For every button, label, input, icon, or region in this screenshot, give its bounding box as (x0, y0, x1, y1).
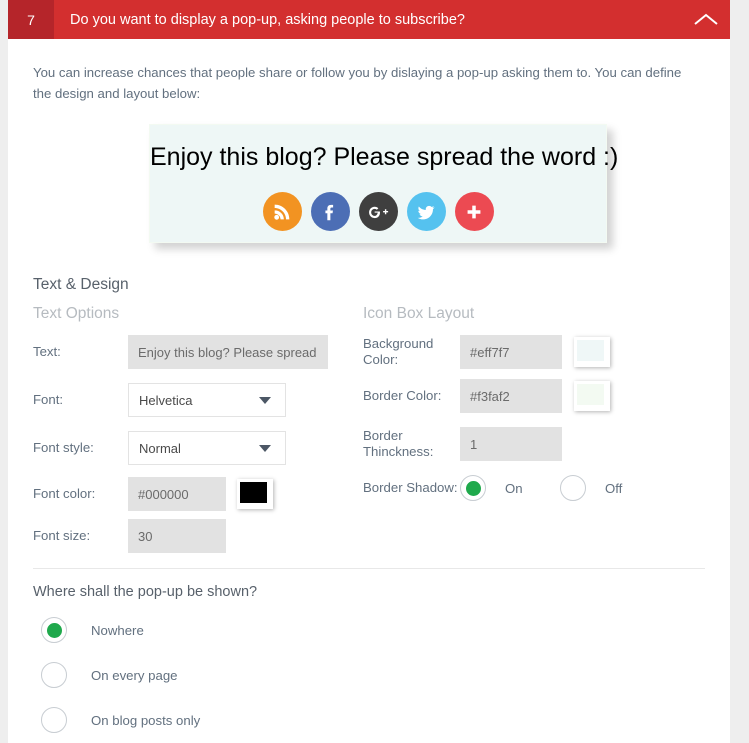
border-color-swatch-fill (577, 384, 604, 405)
border-thickness-field-row: Border Thinckness: (363, 427, 713, 461)
placement-option-blog-posts[interactable]: On blog posts only (41, 707, 200, 733)
background-color-input[interactable] (460, 335, 562, 369)
chevron-down-icon (259, 445, 271, 452)
facebook-icon[interactable] (310, 192, 350, 231)
font-select-value: Helvetica (139, 392, 193, 408)
twitter-icon[interactable] (406, 192, 446, 231)
background-color-swatch[interactable] (574, 337, 610, 367)
icon-box-layout-title: Icon Box Layout (363, 305, 475, 322)
font-size-field-label: Font size: (33, 528, 91, 543)
font-size-input[interactable] (128, 519, 226, 553)
border-shadow-on-radio[interactable] (460, 475, 486, 501)
placement-option-every-page[interactable]: On every page (41, 662, 178, 688)
border-color-field-label: Border Color: (363, 388, 442, 403)
border-color-field-row: Border Color: (363, 379, 713, 413)
border-thickness-input[interactable] (460, 427, 562, 461)
border-thickness-field-label: Border Thinckness: (363, 428, 434, 459)
google-plus-icon[interactable] (358, 192, 398, 231)
font-style-select-value: Normal (139, 440, 181, 456)
border-shadow-off-label: Off (605, 480, 623, 496)
border-shadow-field-row: Border Shadow: On Off (363, 471, 713, 505)
font-color-field-row: Font color: (33, 477, 363, 511)
text-options-title: Text Options (33, 305, 120, 322)
page-background: 7 Do you want to display a pop-up, askin… (0, 0, 749, 743)
placement-label-blog-posts: On blog posts only (91, 712, 201, 728)
background-color-swatch-fill (577, 340, 604, 361)
section-divider (33, 568, 705, 569)
popup-preview: Enjoy this blog? Please spread the word … (149, 124, 619, 243)
text-field-label: Text: (33, 344, 61, 359)
font-color-field-label: Font color: (33, 486, 96, 501)
placement-label-every-page: On every page (91, 667, 178, 683)
font-style-select[interactable]: Normal (128, 431, 286, 465)
chevron-down-icon (259, 397, 271, 404)
text-and-design-title: Text & Design (33, 276, 129, 293)
font-color-swatch[interactable] (237, 479, 273, 509)
rss-icon[interactable] (262, 192, 302, 231)
background-color-field-label: Background Color: (363, 336, 434, 367)
font-size-field-row: Font size: (33, 519, 363, 553)
popup-preview-text: Enjoy this blog? Please spread the word … (150, 143, 619, 171)
placement-option-nowhere[interactable]: Nowhere (41, 617, 144, 643)
border-color-swatch[interactable] (574, 381, 610, 411)
font-select[interactable]: Helvetica (128, 383, 286, 417)
font-color-swatch-fill (240, 482, 267, 503)
font-style-field-row: Font style: Normal (33, 431, 363, 465)
font-style-field-label: Font style: (33, 440, 94, 455)
text-input[interactable] (128, 335, 328, 369)
radio-dot (465, 480, 481, 496)
popup-preview-icons (150, 192, 606, 231)
border-shadow-on-label: On (505, 480, 523, 496)
panel-title: Do you want to display a pop-up, asking … (70, 11, 465, 28)
font-field-row: Font: Helvetica (33, 383, 363, 417)
intro-text: You can increase chances that people sha… (33, 65, 682, 101)
placement-radio-every-page[interactable] (41, 662, 67, 688)
placement-label-nowhere: Nowhere (91, 622, 144, 638)
placement-question: Where shall the pop-up be shown? (33, 584, 258, 600)
border-shadow-off-radio[interactable] (560, 475, 586, 501)
radio-dot (46, 622, 62, 638)
settings-card: 7 Do you want to display a pop-up, askin… (8, 0, 730, 743)
panel-number-badge: 7 (8, 0, 54, 39)
background-color-field-row: Background Color: (363, 335, 713, 369)
font-color-input[interactable] (128, 477, 226, 511)
share-plus-icon[interactable] (454, 192, 494, 231)
placement-radio-nowhere[interactable] (41, 617, 67, 643)
border-shadow-field-label: Border Shadow: (363, 480, 458, 495)
border-color-input[interactable] (460, 379, 562, 413)
panel-header[interactable]: 7 Do you want to display a pop-up, askin… (8, 0, 730, 39)
chevron-up-icon[interactable] (682, 0, 730, 39)
placement-radio-blog-posts[interactable] (41, 707, 67, 733)
text-field-row: Text: (33, 335, 363, 369)
font-field-label: Font: (33, 392, 64, 407)
